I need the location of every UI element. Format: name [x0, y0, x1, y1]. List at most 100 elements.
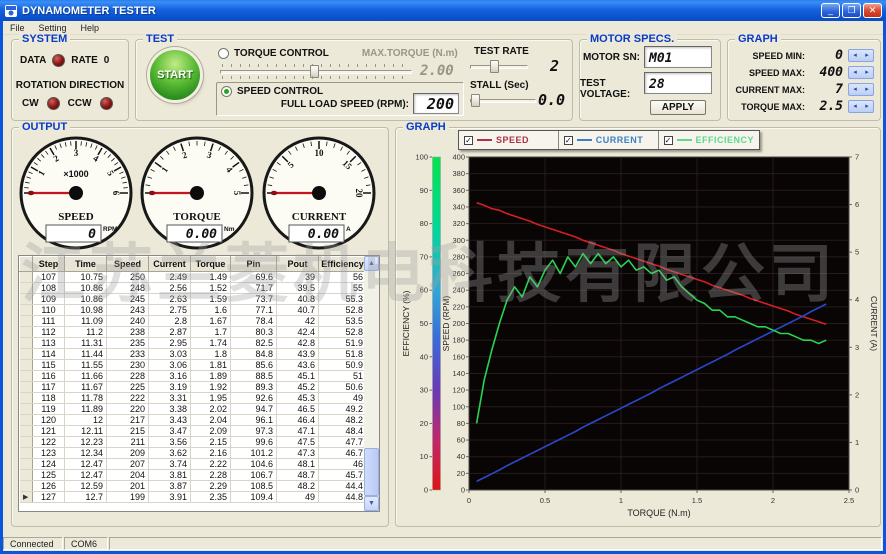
table-row[interactable]: 11611.662283.161.8988.545.151 — [20, 371, 367, 382]
efficiency-checkbox[interactable]: ✓ — [664, 136, 673, 145]
titlebar[interactable]: DYNAMOMETER TESTER _ ❐ ✕ — [0, 0, 886, 21]
column-header[interactable]: Pin — [231, 257, 277, 272]
minimize-button[interactable]: _ — [821, 3, 840, 18]
row-selector[interactable]: ▶ — [20, 492, 33, 503]
left-arrow-icon[interactable]: ◂ — [849, 50, 861, 61]
torque-control-radio[interactable] — [218, 48, 229, 59]
table-cell: 43.9 — [277, 349, 319, 360]
row-selector[interactable] — [20, 470, 33, 481]
motor-sn-input[interactable]: M01 — [644, 46, 712, 68]
speed-min-spinner[interactable]: ◂▸ — [848, 49, 874, 62]
table-row[interactable]: 12312.342093.622.16101.247.346.7 — [20, 448, 367, 459]
table-row[interactable]: 12512.472043.812.28106.748.745.7 — [20, 470, 367, 481]
table-cell: 230 — [107, 360, 149, 371]
column-header[interactable]: Time — [65, 257, 107, 272]
row-selector[interactable] — [20, 316, 33, 327]
column-header[interactable]: Current — [149, 257, 191, 272]
row-selector[interactable] — [20, 294, 33, 305]
start-button[interactable]: START — [150, 50, 200, 100]
table-row[interactable]: 11711.672253.191.9289.345.250.6 — [20, 382, 367, 393]
row-selector[interactable] — [20, 371, 33, 382]
scroll-up-icon[interactable]: ▲ — [364, 256, 379, 271]
left-arrow-icon[interactable]: ◂ — [849, 84, 861, 95]
torque-max-spinner[interactable]: ◂▸ — [848, 100, 874, 113]
svg-text:TORQUE (N.m): TORQUE (N.m) — [627, 508, 690, 518]
column-header[interactable]: Pout — [277, 257, 319, 272]
row-selector[interactable] — [20, 437, 33, 448]
table-row[interactable]: 11811.782223.311.9592.645.349 — [20, 393, 367, 404]
table-scrollbar[interactable]: ▲ ▼ — [364, 256, 379, 511]
current-checkbox[interactable]: ✓ — [564, 136, 573, 145]
scrollbar-thumb[interactable] — [364, 448, 379, 496]
row-selector[interactable] — [20, 393, 33, 404]
apply-button[interactable]: APPLY — [650, 100, 706, 115]
test-rate-slider[interactable] — [470, 59, 528, 74]
table-row[interactable]: 120122173.432.0496.146.448.2 — [20, 415, 367, 426]
table-row[interactable]: 11411.442333.031.884.843.951.8 — [20, 349, 367, 360]
column-header[interactable]: Speed — [107, 257, 149, 272]
table-cell: 243 — [107, 305, 149, 316]
legend-item-efficiency[interactable]: ✓ EFFICIENCY — [659, 131, 760, 149]
right-arrow-icon[interactable]: ▸ — [861, 84, 873, 95]
table-cell: 1.59 — [191, 294, 231, 305]
table-row[interactable]: 12412.472073.742.22104.648.146 — [20, 459, 367, 470]
row-selector[interactable] — [20, 272, 33, 283]
table-row[interactable]: 12112.112153.472.0997.347.148.4 — [20, 426, 367, 437]
row-selector[interactable] — [20, 283, 33, 294]
column-header[interactable]: Step — [33, 257, 65, 272]
menu-file[interactable]: File — [3, 23, 32, 33]
column-header[interactable]: Efficiency — [319, 257, 367, 272]
max-torque-slider[interactable] — [220, 64, 412, 79]
column-header[interactable]: Torque — [191, 257, 231, 272]
row-selector[interactable] — [20, 327, 33, 338]
row-selector[interactable] — [20, 459, 33, 470]
table-row[interactable]: 10810.862482.561.5271.739.555 — [20, 283, 367, 294]
close-button[interactable]: ✕ — [863, 3, 882, 18]
right-arrow-icon[interactable]: ▸ — [861, 50, 873, 61]
speed-control-radio[interactable] — [221, 86, 232, 97]
table-row[interactable]: 12212.232113.562.1599.647.547.7 — [20, 437, 367, 448]
row-selector[interactable] — [20, 426, 33, 437]
table-cell: 10.98 — [65, 305, 107, 316]
left-arrow-icon[interactable]: ◂ — [849, 101, 861, 112]
table-row[interactable]: 10910.862452.631.5973.740.855.3 — [20, 294, 367, 305]
table-row[interactable]: 11111.092402.81.6778.44253.5 — [20, 316, 367, 327]
svg-text:EFFICIENCY (%): EFFICIENCY (%) — [401, 290, 411, 356]
table-cell: 99.6 — [231, 437, 277, 448]
row-selector[interactable] — [20, 415, 33, 426]
row-selector[interactable] — [20, 448, 33, 459]
stall-slider[interactable] — [470, 93, 536, 108]
test-voltage-input[interactable]: 28 — [644, 72, 712, 94]
legend-item-current[interactable]: ✓ CURRENT — [559, 131, 659, 149]
table-row[interactable]: 11211.22382.871.780.342.452.8 — [20, 327, 367, 338]
row-selector[interactable] — [20, 360, 33, 371]
row-selector[interactable] — [20, 382, 33, 393]
speed-max-spinner[interactable]: ◂▸ — [848, 66, 874, 79]
table-row[interactable]: 11311.312352.951.7482.542.851.9 — [20, 338, 367, 349]
right-arrow-icon[interactable]: ▸ — [861, 67, 873, 78]
table-row[interactable]: 10710.752502.491.4969.63956 — [20, 272, 367, 283]
row-selector[interactable] — [20, 305, 33, 316]
right-arrow-icon[interactable]: ▸ — [861, 101, 873, 112]
menu-setting[interactable]: Setting — [32, 23, 74, 33]
current-max-spinner[interactable]: ◂▸ — [848, 83, 874, 96]
table-row[interactable]: ▶12712.71993.912.35109.44944.8 — [20, 492, 367, 503]
restore-button[interactable]: ❐ — [842, 3, 861, 18]
scroll-down-icon[interactable]: ▼ — [364, 496, 379, 511]
speed-checkbox[interactable]: ✓ — [464, 136, 473, 145]
left-arrow-icon[interactable]: ◂ — [849, 67, 861, 78]
table-row[interactable]: 11010.982432.751.677.140.752.8 — [20, 305, 367, 316]
table-row[interactable]: 12612.592013.872.29108.548.244.4 — [20, 481, 367, 492]
table-row[interactable]: 11911.892203.382.0294.746.549.2 — [20, 404, 367, 415]
table-row[interactable]: 11511.552303.061.8185.643.650.9 — [20, 360, 367, 371]
full-load-speed-input[interactable]: 200 — [413, 93, 459, 114]
svg-text:1: 1 — [619, 496, 623, 505]
svg-text:220: 220 — [452, 302, 465, 311]
row-selector[interactable] — [20, 404, 33, 415]
menu-help[interactable]: Help — [74, 23, 107, 33]
row-selector[interactable] — [20, 338, 33, 349]
legend-item-speed[interactable]: ✓ SPEED — [459, 131, 559, 149]
row-selector[interactable] — [20, 481, 33, 492]
row-selector[interactable] — [20, 349, 33, 360]
table-cell: 42.8 — [277, 338, 319, 349]
